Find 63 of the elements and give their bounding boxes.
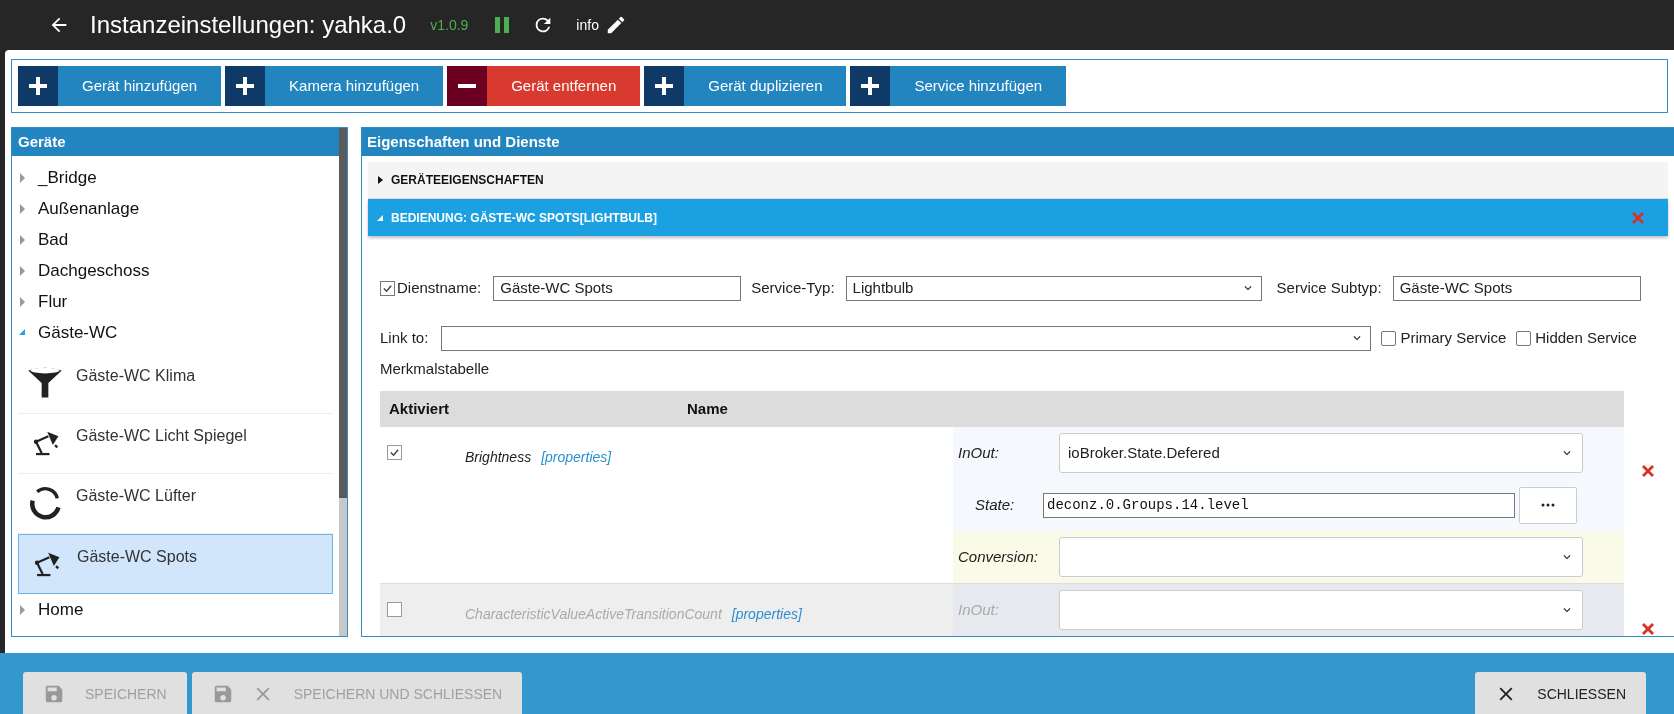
version-label: v1.0.9 <box>430 15 469 35</box>
info-label[interactable]: info <box>576 14 599 36</box>
toolbar-button[interactable]: Gerät duplizieren <box>644 66 847 106</box>
minus-icon <box>458 84 477 88</box>
checkbox-label: Hidden Service <box>1535 327 1637 348</box>
text-field[interactable]: deconz.0.Groups.14.level <box>1043 492 1515 518</box>
delete-icon <box>1640 621 1656 636</box>
input-field[interactable]: Gäste-WC Spots <box>1392 275 1641 301</box>
dropdown[interactable] <box>441 325 1372 351</box>
toolbar-button[interactable]: Gerät entfernen <box>447 66 641 106</box>
tree-item[interactable]: Home <box>38 596 84 623</box>
window-title: Instanzeinstellungen: yahka.0 <box>90 10 407 40</box>
field-label: InOut: <box>957 599 1000 620</box>
plus-icon <box>27 75 49 97</box>
checkbox[interactable] <box>380 280 395 296</box>
delete-icon <box>1630 209 1646 226</box>
field-label: Dienstname: <box>397 277 482 298</box>
characteristic-name: Brightness <box>465 448 532 467</box>
delete-icon <box>1640 463 1656 479</box>
footer-button[interactable]: SCHLIESSEN <box>1475 672 1646 714</box>
toolbar-button[interactable]: Gerät hinzufügen <box>18 66 222 106</box>
save-icon <box>43 683 65 705</box>
ellipsis-icon <box>1541 503 1555 507</box>
pause-icon[interactable] <box>494 16 511 34</box>
check-icon <box>382 282 393 294</box>
checkbox[interactable] <box>387 445 402 460</box>
plus-icon <box>859 75 882 97</box>
dropdown[interactable]: ioBroker.State.Defered <box>1059 433 1583 473</box>
tree-item[interactable]: Bad <box>38 226 69 253</box>
checkbox[interactable] <box>387 602 402 617</box>
scrollbar[interactable] <box>339 128 347 636</box>
tree-item[interactable]: _Bridge <box>38 164 97 191</box>
device-item[interactable]: Gäste-WC Licht Spiegel <box>18 414 333 474</box>
toolbar-button[interactable]: Kamera hinzufügen <box>225 66 444 106</box>
expanded-caret-icon <box>377 213 385 222</box>
device-item[interactable]: Gäste-WC Klima <box>18 354 333 414</box>
tree-item[interactable]: Dachgeschoss <box>38 257 150 284</box>
checkbox[interactable] <box>1381 330 1397 346</box>
toolbar-button[interactable]: Service hinzufügen <box>850 66 1067 106</box>
column-header: Name <box>687 398 728 419</box>
checkbox-label: Primary Service <box>1400 327 1507 348</box>
properties-link[interactable]: [properties] <box>541 447 612 583</box>
field-label: Conversion: <box>957 546 1040 567</box>
column-header: Aktiviert <box>388 398 451 419</box>
field-label: Link to: <box>380 327 429 348</box>
tree-item[interactable]: Gäste-WC <box>38 319 118 346</box>
checkbox[interactable] <box>1516 330 1532 346</box>
field-label: Service-Typ: <box>751 277 835 298</box>
accordion-header[interactable]: GERÄTEEIGENSCHAFTEN <box>368 162 1668 199</box>
device-item[interactable]: Gäste-WC Spots <box>18 534 333 594</box>
plus-icon <box>653 75 676 97</box>
collapsed-caret-icon <box>377 176 385 184</box>
panel-header: Eigenschaften und Dienste <box>362 128 1674 156</box>
section-title: Merkmalstabelle <box>380 359 491 379</box>
characteristic-name: CharacteristicValueActiveTransitionCount <box>465 605 722 624</box>
dropdown[interactable]: Lightbulb <box>845 275 1262 301</box>
field-label: InOut: <box>957 442 1000 463</box>
tree-item[interactable]: Flur <box>38 288 68 315</box>
plus-icon <box>234 75 257 97</box>
input-field[interactable]: Gäste-WC Spots <box>493 275 742 301</box>
check-icon <box>389 447 400 458</box>
tree-item[interactable]: Außenanlage <box>38 195 140 222</box>
field-label: Service Subtyp: <box>1276 277 1382 298</box>
